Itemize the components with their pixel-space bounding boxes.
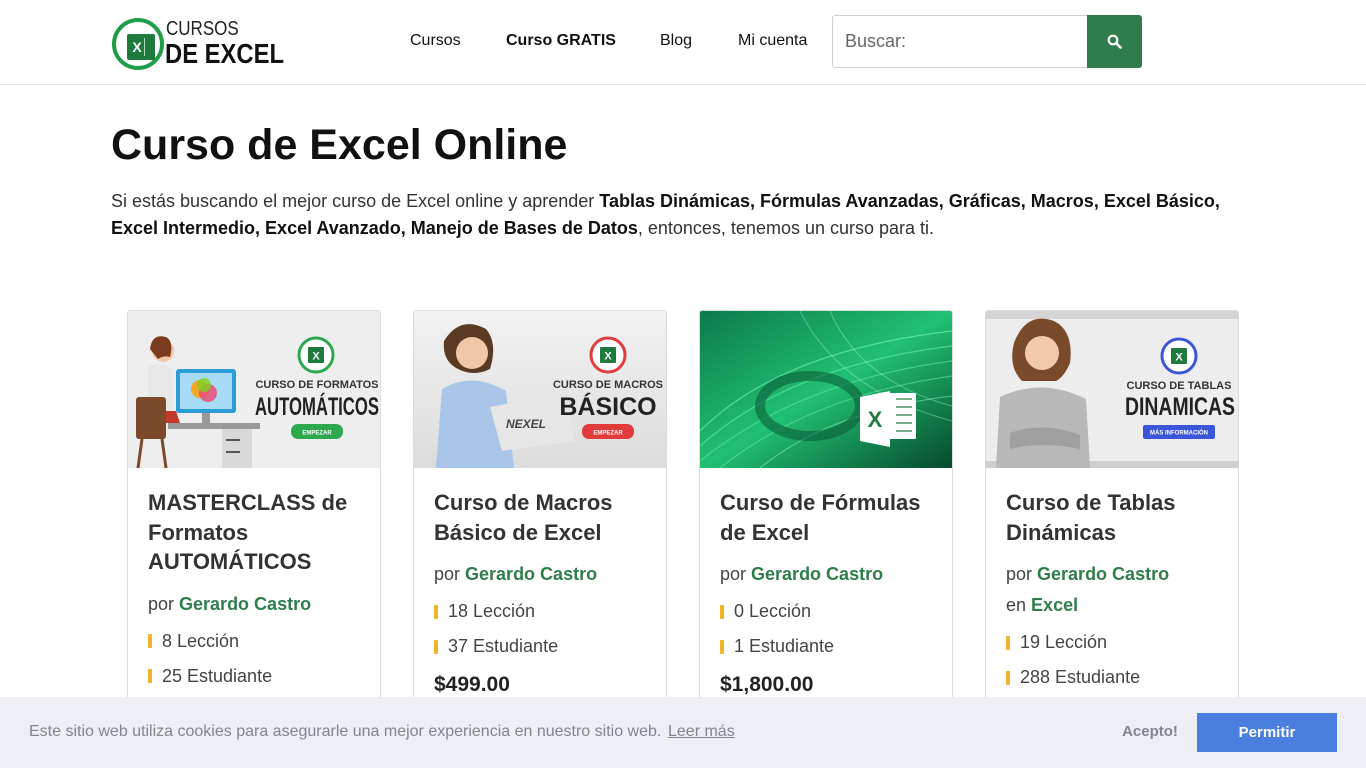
search-button[interactable] (1087, 15, 1142, 68)
course-card-macros[interactable]: NEXEL X CURSO DE MACROS BÁSICO EMPEZAR C… (413, 310, 667, 730)
course-students: 1 Estudiante (720, 629, 934, 664)
student-icon (720, 639, 724, 654)
cookie-accept-button[interactable]: Acepto! (1110, 723, 1190, 741)
course-author: por Gerardo Castro (148, 593, 312, 614)
course-title[interactable]: Curso de Macros Básico de Excel (434, 488, 648, 547)
author-link[interactable]: Gerardo Castro (465, 564, 597, 584)
image-title: BÁSICO (559, 392, 656, 421)
cookie-allow-button[interactable]: Permitir (1197, 713, 1337, 752)
excel-icon: X (868, 407, 883, 432)
logo-text-line2: DE EXCEL (165, 38, 285, 69)
course-students: 25 Estudiante (148, 659, 362, 694)
author-link[interactable]: Gerardo Castro (179, 594, 311, 614)
image-subtitle: CURSO DE TABLAS (1127, 380, 1232, 392)
student-icon (148, 669, 152, 683)
author-link[interactable]: Gerardo Castro (1037, 564, 1169, 584)
nav-curso-gratis[interactable]: Curso GRATIS (506, 32, 616, 50)
course-category: en Excel (1006, 595, 1079, 615)
course-title[interactable]: Curso de Tablas Dinámicas (1006, 488, 1220, 547)
author-link[interactable]: Gerardo Castro (751, 564, 883, 584)
search-input[interactable] (832, 15, 1088, 68)
course-price: $1,800.00 (720, 673, 814, 696)
page-title: Curso de Excel Online (111, 121, 568, 169)
course-author: por Gerardo Castro (720, 564, 884, 584)
image-button-label: EMPEZAR (593, 431, 623, 437)
cookie-message: Este sitio web utiliza cookies para aseg… (29, 723, 662, 740)
nav-cursos[interactable]: Cursos (410, 32, 461, 50)
course-title[interactable]: Curso de Fórmulas de Excel (720, 488, 934, 547)
lesson-icon (720, 604, 724, 619)
image-title: AUTOMÁTICOS (255, 392, 379, 421)
excel-logo-icon: X (112, 18, 164, 70)
student-icon (1006, 670, 1010, 685)
course-lessons: 18 Lección (434, 594, 648, 629)
course-card-formatos[interactable]: X CURSO DE FORMATOS AUTOMÁTICOS EMPEZAR … (127, 310, 381, 730)
lesson-icon (148, 634, 152, 648)
svg-text:X: X (1175, 352, 1183, 364)
lesson-icon (434, 604, 438, 619)
intro-paragraph: Si estás buscando el mejor curso de Exce… (111, 191, 1220, 238)
course-students: 37 Estudiante (434, 629, 648, 664)
cookie-learn-more-link[interactable]: Leer más (668, 723, 735, 741)
site-logo[interactable]: X CURSOS DE EXCEL (112, 17, 284, 71)
student-icon (434, 639, 438, 654)
image-button-label: MÁS INFORMACIÓN (1150, 429, 1208, 437)
svg-text:X: X (312, 351, 320, 363)
image-subtitle: CURSO DE FORMATOS (255, 379, 378, 391)
course-price: $499.00 (434, 673, 510, 696)
laptop-label: NEXEL (506, 417, 546, 431)
course-lessons: 19 Lección (1006, 625, 1220, 660)
site-header: X CURSOS DE EXCEL Cursos Curso GRATIS Bl… (0, 0, 1366, 85)
course-author: por Gerardo Castro (434, 564, 598, 584)
course-image-formulas[interactable]: X (700, 311, 952, 468)
course-image-formatos[interactable]: X CURSO DE FORMATOS AUTOMÁTICOS EMPEZAR (128, 311, 380, 468)
course-students: 288 Estudiante (1006, 660, 1220, 695)
image-subtitle: CURSO DE MACROS (553, 379, 663, 391)
nav-mi-cuenta[interactable]: Mi cuenta (738, 32, 807, 50)
image-button-label: EMPEZAR (302, 431, 332, 437)
svg-text:X: X (604, 351, 612, 363)
category-link[interactable]: Excel (1031, 595, 1078, 615)
course-image-tablas[interactable]: X CURSO DE TABLAS DINAMICAS MÁS INFORMAC… (986, 311, 1238, 468)
course-lessons: 0 Lección (720, 594, 934, 629)
logo-text-line1: CURSOS (166, 18, 239, 40)
course-author: por Gerardo Castro (1006, 564, 1170, 584)
course-lessons: 8 Lección (148, 624, 362, 659)
nav-blog[interactable]: Blog (660, 32, 692, 50)
course-card-tablas[interactable]: X CURSO DE TABLAS DINAMICAS MÁS INFORMAC… (985, 310, 1239, 730)
course-card-formulas[interactable]: X Curso de Fórmulas de Excel por Gerardo… (699, 310, 953, 730)
course-title[interactable]: MASTERCLASS de Formatos AUTOMÁTICOS (148, 488, 362, 577)
course-image-macros[interactable]: NEXEL X CURSO DE MACROS BÁSICO EMPEZAR (414, 311, 666, 468)
lesson-icon (1006, 635, 1010, 650)
search-icon (1107, 34, 1122, 49)
image-title: DINAMICAS (1125, 393, 1235, 421)
